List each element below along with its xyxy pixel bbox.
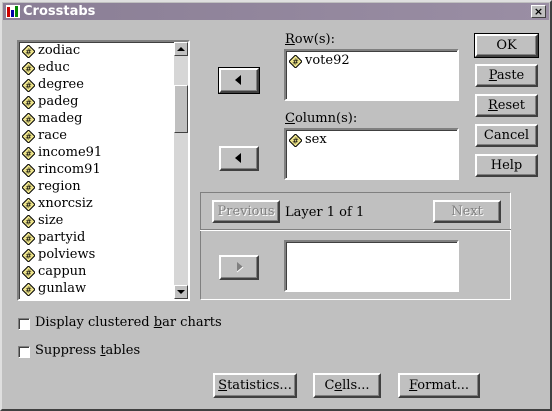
variable-name: xnorcsiz bbox=[38, 196, 93, 211]
svg-text:#: # bbox=[25, 286, 32, 295]
variable-name: partyid bbox=[38, 230, 86, 245]
variable-name: race bbox=[38, 128, 67, 143]
spss-app-icon bbox=[6, 5, 20, 18]
numeric-variable-icon: # bbox=[22, 249, 35, 262]
statistics-button[interactable]: Statistics... bbox=[213, 373, 297, 398]
ok-button[interactable]: OK bbox=[474, 33, 539, 58]
variable-name: cappun bbox=[38, 264, 87, 279]
numeric-variable-icon: # bbox=[22, 96, 35, 109]
svg-text:#: # bbox=[25, 82, 32, 91]
format-button[interactable]: Format... bbox=[398, 373, 480, 398]
paste-button[interactable]: Paste bbox=[475, 64, 538, 87]
layer-divider bbox=[200, 229, 511, 231]
variable-name: sex bbox=[305, 132, 327, 147]
variable-name: gunlaw bbox=[38, 281, 87, 296]
suppress-tables-label: Suppress tables bbox=[35, 343, 141, 358]
svg-text:#: # bbox=[25, 133, 32, 142]
variable-name: educ bbox=[38, 60, 70, 75]
numeric-variable-icon: # bbox=[22, 198, 35, 211]
svg-text:#: # bbox=[25, 116, 32, 125]
next-layer-button[interactable]: Next bbox=[433, 200, 501, 223]
numeric-variable-icon: # bbox=[22, 45, 35, 58]
variable-name: madeg bbox=[38, 111, 83, 126]
numeric-variable-icon: # bbox=[22, 164, 35, 177]
numeric-variable-icon: # bbox=[22, 266, 35, 279]
svg-text:#: # bbox=[25, 99, 32, 108]
variable-name: padeg bbox=[38, 94, 79, 109]
svg-text:#: # bbox=[25, 218, 32, 227]
variable-name: vote92 bbox=[305, 53, 350, 68]
scroll-up-icon bbox=[177, 47, 185, 51]
svg-text:#: # bbox=[25, 269, 32, 278]
variable-name: income91 bbox=[38, 145, 103, 160]
crosstabs-dialog: Crosstabs × # zodiac # educ # degree # padeg # ma… bbox=[0, 0, 552, 411]
columns-list[interactable]: # sex bbox=[284, 128, 459, 180]
window-title: Crosstabs bbox=[23, 4, 96, 19]
layer-status: Layer 1 of 1 bbox=[285, 205, 365, 220]
svg-text:#: # bbox=[25, 167, 32, 176]
svg-text:#: # bbox=[292, 58, 299, 67]
cells-button[interactable]: Cells... bbox=[313, 373, 381, 398]
scroll-down-button[interactable] bbox=[174, 285, 188, 299]
help-button[interactable]: Help bbox=[475, 154, 538, 177]
title-bar[interactable]: Crosstabs × bbox=[3, 3, 549, 20]
move-to-rows-button[interactable] bbox=[218, 67, 260, 94]
variable-list[interactable]: # zodiac # educ # degree # padeg # madeg # race # inc… bbox=[17, 40, 190, 301]
svg-text:#: # bbox=[25, 252, 32, 261]
variable-name: region bbox=[38, 179, 81, 194]
clustered-bar-charts-label: Display clustered bar charts bbox=[35, 315, 222, 330]
layer-list[interactable] bbox=[284, 240, 459, 292]
move-to-columns-button[interactable] bbox=[219, 146, 259, 171]
numeric-variable-icon: # bbox=[22, 147, 35, 160]
arrow-left-icon bbox=[235, 153, 241, 163]
svg-text:#: # bbox=[25, 150, 32, 159]
numeric-variable-icon: # bbox=[22, 283, 35, 296]
variable-name: size bbox=[38, 213, 64, 228]
close-button[interactable]: × bbox=[531, 5, 546, 18]
variable-name: polviews bbox=[38, 247, 96, 262]
numeric-variable-icon: # bbox=[22, 113, 35, 126]
numeric-variable-icon: # bbox=[289, 134, 302, 147]
numeric-variable-icon: # bbox=[289, 55, 302, 68]
clustered-bar-charts-checkbox[interactable] bbox=[18, 318, 30, 330]
cancel-button[interactable]: Cancel bbox=[475, 124, 538, 147]
svg-text:#: # bbox=[292, 137, 299, 146]
scroll-down-icon bbox=[177, 290, 185, 294]
suppress-tables-checkbox[interactable] bbox=[18, 346, 30, 358]
previous-layer-button[interactable]: Previous bbox=[212, 200, 280, 223]
scroll-up-button[interactable] bbox=[174, 42, 188, 56]
rows-list[interactable]: # vote92 bbox=[284, 49, 459, 101]
numeric-variable-icon: # bbox=[22, 79, 35, 92]
arrow-left-icon bbox=[235, 75, 241, 85]
svg-text:#: # bbox=[25, 201, 32, 210]
svg-text:#: # bbox=[25, 184, 32, 193]
variable-name: degree bbox=[38, 77, 84, 92]
reset-button[interactable]: Reset bbox=[475, 94, 538, 117]
scroll-thumb[interactable] bbox=[174, 85, 188, 133]
variable-name: rincom91 bbox=[38, 162, 101, 177]
variable-name: zodiac bbox=[38, 43, 81, 58]
variable-list-scrollbar[interactable] bbox=[174, 42, 188, 299]
svg-text:#: # bbox=[25, 65, 32, 74]
numeric-variable-icon: # bbox=[22, 62, 35, 75]
svg-text:#: # bbox=[25, 235, 32, 244]
numeric-variable-icon: # bbox=[22, 181, 35, 194]
columns-label: Column(s): bbox=[285, 111, 358, 126]
rows-label: Row(s): bbox=[285, 32, 335, 47]
numeric-variable-icon: # bbox=[22, 232, 35, 245]
svg-text:#: # bbox=[25, 48, 32, 57]
numeric-variable-icon: # bbox=[22, 130, 35, 143]
numeric-variable-icon: # bbox=[22, 215, 35, 228]
